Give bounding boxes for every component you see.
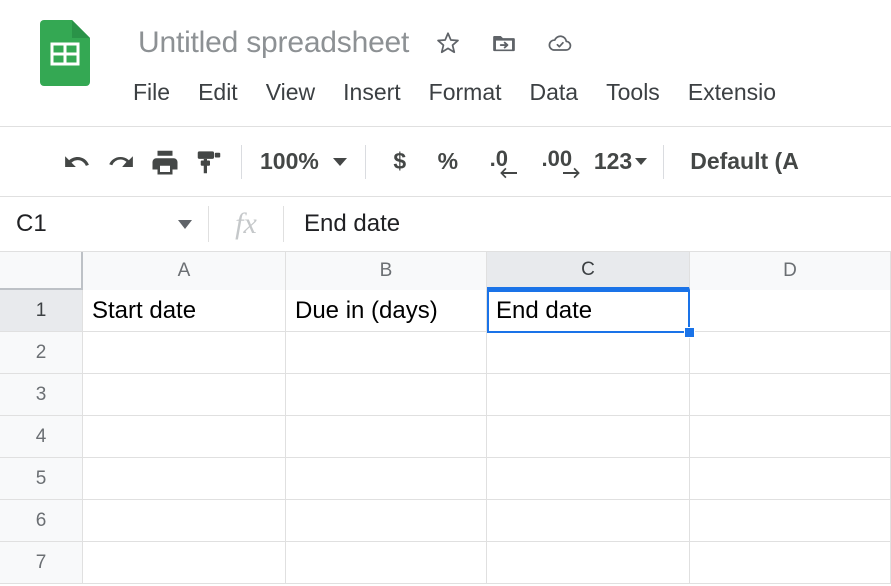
cell-d3[interactable] [690, 374, 891, 416]
menu-format[interactable]: Format [429, 72, 502, 112]
sheets-logo-icon[interactable] [40, 20, 90, 86]
formula-bar: C1 fx End date [0, 196, 891, 252]
toolbar-divider [241, 144, 242, 179]
cell-d4[interactable] [690, 416, 891, 458]
cell-c6[interactable] [487, 500, 690, 542]
row-header-4[interactable]: 4 [0, 416, 83, 458]
formula-input[interactable]: End date [284, 196, 891, 252]
cell-a7[interactable] [83, 542, 286, 584]
menu-bar: File Edit View Insert Format Data Tools … [133, 72, 776, 112]
cell-b4[interactable] [286, 416, 487, 458]
row-header-3[interactable]: 3 [0, 374, 83, 416]
toolbar-divider-2 [364, 144, 366, 179]
cell-c1[interactable]: End date [487, 290, 690, 332]
cell-b3[interactable] [286, 374, 487, 416]
print-icon[interactable] [143, 140, 187, 184]
redo-icon[interactable] [99, 140, 143, 184]
star-icon[interactable] [435, 30, 461, 56]
font-family-selector[interactable]: Default (A [674, 148, 799, 175]
select-all-corner[interactable] [0, 252, 83, 290]
cell-b6[interactable] [286, 500, 487, 542]
chevron-down-icon-namebox[interactable] [178, 219, 192, 229]
menu-view[interactable]: View [266, 72, 315, 112]
cell-c2[interactable] [487, 332, 690, 374]
row-header-5[interactable]: 5 [0, 458, 83, 500]
spreadsheet-grid: A B C D 1 Start date Due in (days) End d… [0, 252, 891, 586]
toolbar-divider-3 [663, 144, 665, 179]
number-format-label: 123 [593, 148, 633, 174]
cell-a2[interactable] [83, 332, 286, 374]
column-header-a[interactable]: A [83, 252, 286, 290]
cell-a4[interactable] [83, 416, 286, 458]
cell-b1[interactable]: Due in (days) [286, 290, 487, 332]
menu-extensions[interactable]: Extensio [688, 72, 776, 112]
cell-b7[interactable] [286, 542, 487, 584]
percent-button[interactable]: % [424, 140, 472, 184]
menu-tools[interactable]: Tools [606, 72, 660, 112]
row-header-1[interactable]: 1 [0, 290, 83, 332]
cell-d2[interactable] [690, 332, 891, 374]
cell-c7[interactable] [487, 542, 690, 584]
cell-a5[interactable] [83, 458, 286, 500]
chevron-down-icon [332, 157, 347, 166]
column-header-b[interactable]: B [286, 252, 487, 290]
name-box-value: C1 [16, 210, 47, 237]
cell-b5[interactable] [286, 458, 487, 500]
row-header-7[interactable]: 7 [0, 542, 83, 584]
increase-decimal-button[interactable]: .00 [526, 140, 588, 184]
column-header-d[interactable]: D [690, 252, 891, 290]
cell-c5[interactable] [487, 458, 690, 500]
row-header-6[interactable]: 6 [0, 500, 83, 542]
paint-format-icon[interactable] [187, 140, 231, 184]
function-icon[interactable]: fx [209, 196, 283, 252]
cell-c3[interactable] [487, 374, 690, 416]
cell-a6[interactable] [83, 500, 286, 542]
menu-insert[interactable]: Insert [343, 72, 401, 112]
cell-b2[interactable] [286, 332, 487, 374]
cell-d5[interactable] [690, 458, 891, 500]
cell-d6[interactable] [690, 500, 891, 542]
page-title[interactable]: Untitled spreadsheet [138, 20, 409, 66]
app-header: Untitled spreadsheet File Edit View Inse… [0, 0, 891, 118]
decrease-decimal-button[interactable]: .0 [472, 140, 526, 184]
cloud-saved-icon[interactable] [547, 30, 573, 56]
cell-c4[interactable] [487, 416, 690, 458]
zoom-value: 100% [260, 148, 319, 174]
title-icon-group [435, 30, 573, 56]
menu-edit[interactable]: Edit [198, 72, 238, 112]
chevron-down-icon-2 [635, 158, 648, 165]
cell-d1[interactable] [690, 290, 891, 332]
row-header-2[interactable]: 2 [0, 332, 83, 374]
number-format-selector[interactable]: 123 [588, 148, 653, 175]
move-to-folder-icon[interactable] [491, 30, 517, 56]
cell-d7[interactable] [690, 542, 891, 584]
currency-button[interactable]: $ [376, 140, 424, 184]
google-sheets-window: Untitled spreadsheet File Edit View Inse… [0, 0, 891, 586]
name-box[interactable]: C1 [0, 196, 208, 252]
menu-data[interactable]: Data [530, 72, 579, 112]
undo-icon[interactable] [55, 140, 99, 184]
title-row: Untitled spreadsheet [138, 20, 573, 66]
arrow-left-icon [498, 167, 518, 179]
cell-a1[interactable]: Start date [83, 290, 286, 332]
zoom-selector[interactable]: 100% [252, 148, 355, 175]
toolbar: 100% $ % .0 .00 123 Default (A [0, 126, 891, 196]
fill-handle[interactable] [684, 327, 695, 338]
menu-file[interactable]: File [133, 72, 170, 112]
arrow-right-icon [562, 167, 582, 179]
column-header-c[interactable]: C [487, 252, 690, 290]
cell-a3[interactable] [83, 374, 286, 416]
